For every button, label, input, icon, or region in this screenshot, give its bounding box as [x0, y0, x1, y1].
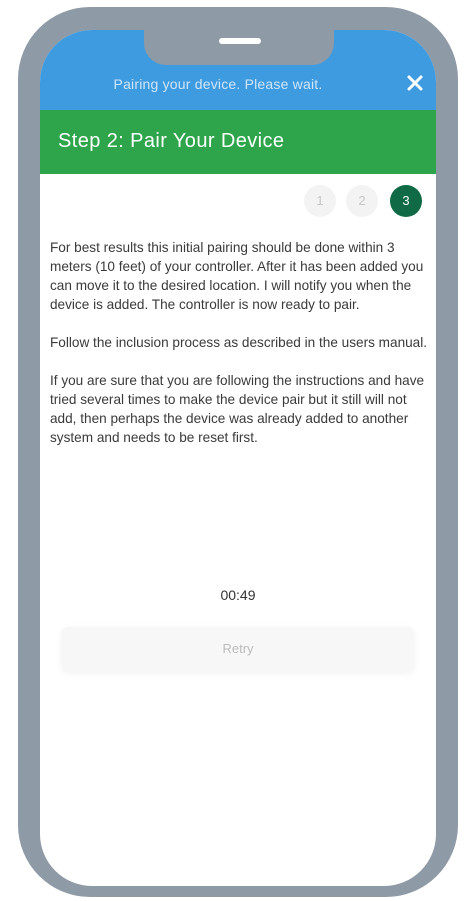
close-icon[interactable]: [404, 72, 426, 94]
instructions: For best results this initial pairing sh…: [50, 238, 428, 466]
retry-button[interactable]: Retry: [62, 627, 414, 671]
pairing-status-message: Pairing your device. Please wait.: [113, 76, 323, 92]
phone-notch: [144, 30, 334, 65]
step-3: 3: [390, 185, 422, 217]
countdown-timer: 00:49: [220, 587, 256, 603]
instruction-paragraph-3: If you are sure that you are following t…: [50, 373, 425, 445]
phone-screen: Pairing your device. Please wait. Step 2…: [40, 30, 436, 886]
step-2: 2: [346, 185, 378, 217]
page-title: Step 2: Pair Your Device: [58, 130, 285, 152]
step-1: 1: [304, 185, 336, 217]
step-indicator: 1 2 3: [40, 185, 436, 221]
step-header: Step 2: Pair Your Device: [40, 110, 436, 174]
speaker-bar: [219, 38, 261, 44]
phone-frame: Pairing your device. Please wait. Step 2…: [18, 7, 458, 897]
instruction-paragraph-1: For best results this initial pairing sh…: [50, 240, 424, 312]
instruction-paragraph-2: Follow the inclusion process as describe…: [50, 335, 428, 350]
